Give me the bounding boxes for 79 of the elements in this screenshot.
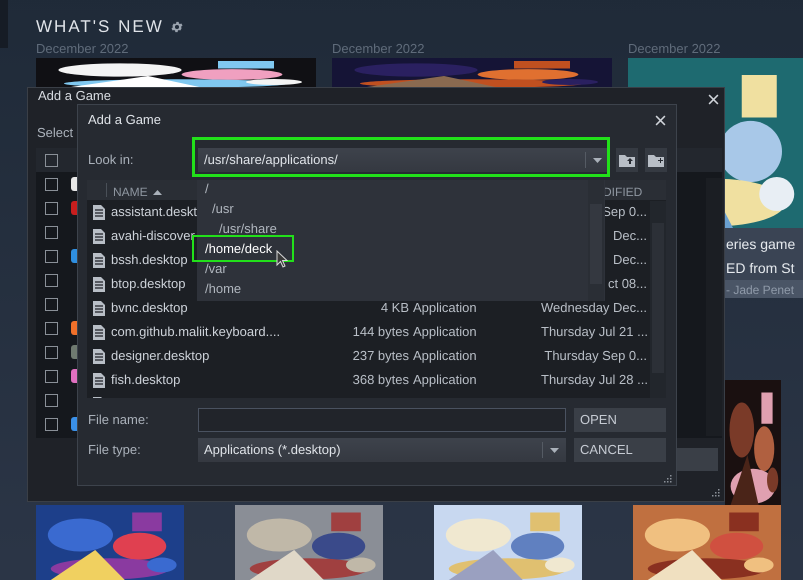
section-heading: WHAT'S NEW: [36, 16, 164, 38]
field-label: File type:: [88, 441, 142, 460]
column-header[interactable]: NAME: [113, 183, 162, 201]
checkbox[interactable]: [45, 226, 58, 238]
dialog-title: Add a Game: [38, 88, 111, 103]
folder-up-icon[interactable]: [616, 148, 638, 172]
caret-icon: [550, 448, 559, 452]
modified-date: ct 08...: [608, 276, 647, 292]
file-type-dropdown[interactable]: Applications (*.desktop): [198, 438, 566, 462]
file-name[interactable]: designer.desktop: [111, 348, 210, 364]
modified-date: Wednesday Dec...: [541, 300, 647, 316]
news-title-line: ED from St: [726, 259, 796, 278]
checkbox[interactable]: [45, 346, 58, 358]
document-icon: [93, 228, 105, 244]
file-name[interactable]: avahi-discover: [111, 228, 195, 244]
file-size: 4 KB: [380, 300, 409, 316]
resize-grip-icon[interactable]: [663, 474, 672, 483]
checkbox[interactable]: [45, 154, 58, 166]
file-name[interactable]: fish.desktop: [111, 372, 180, 388]
modified-date: Thursday Sep 0...: [544, 348, 647, 364]
document-icon: [93, 300, 105, 316]
file-size: 368 bytes: [352, 372, 409, 388]
checkbox[interactable]: [45, 274, 58, 286]
file-type: Application: [413, 324, 477, 340]
checkbox[interactable]: [45, 322, 58, 334]
document-icon: [93, 324, 105, 340]
checkbox[interactable]: [45, 370, 58, 382]
dropdown-item[interactable]: /var: [205, 259, 227, 279]
look-in-dropdown[interactable]: /usr/share/applications/: [198, 148, 609, 172]
resize-grip-icon[interactable]: [711, 488, 720, 497]
file-name[interactable]: bvnc.desktop: [111, 300, 188, 316]
checkbox[interactable]: [45, 394, 58, 406]
file-name[interactable]: bssh.desktop: [111, 252, 188, 268]
document-icon: [93, 276, 105, 292]
cancel-button[interactable]: CANCEL: [574, 438, 666, 462]
news-date: December 2022: [628, 40, 720, 58]
news-byline: - Jade Penet: [725, 280, 803, 298]
close-icon[interactable]: [708, 94, 719, 105]
cursor-icon: [276, 250, 288, 268]
caret-icon: [593, 158, 602, 162]
checkbox[interactable]: [45, 178, 58, 190]
dropdown-item[interactable]: /usr/share: [219, 219, 277, 239]
file-name-field[interactable]: [198, 408, 566, 432]
open-button[interactable]: OPEN: [574, 408, 666, 432]
checkbox[interactable]: [45, 418, 58, 430]
field-label: File name:: [88, 411, 150, 430]
news-title-line: eries game: [726, 235, 796, 254]
dropdown-item[interactable]: /: [205, 180, 209, 199]
file-type: Application: [413, 372, 477, 388]
close-icon[interactable]: [655, 114, 666, 126]
field-label: Look in:: [88, 151, 135, 170]
checkbox[interactable]: [45, 298, 58, 310]
document-icon: [93, 372, 105, 388]
new-folder-icon[interactable]: [645, 148, 667, 172]
settings-icon[interactable]: [170, 20, 184, 34]
dialog-title: Add a Game: [88, 111, 161, 130]
dropdown-item[interactable]: /usr: [212, 199, 234, 219]
modified-date: Dec...: [613, 252, 647, 268]
dropdown-item[interactable]: /home: [205, 279, 242, 299]
file-name[interactable]: assistant.deskt: [111, 204, 197, 220]
scrollbar[interactable]: [588, 180, 604, 301]
checkbox[interactable]: [45, 250, 58, 262]
document-icon: [93, 348, 105, 364]
file-type: Application: [413, 300, 477, 316]
file-type: Application: [413, 348, 477, 364]
dropdown-item[interactable]: /home/deck: [205, 239, 272, 259]
modified-date: Dec...: [613, 228, 647, 244]
checkbox[interactable]: [45, 202, 58, 214]
document-icon: [93, 204, 105, 220]
file-size: 237 bytes: [352, 348, 409, 364]
dialog-subtitle: Select: [37, 124, 74, 142]
modified-date: Thursday Jul 21 ...: [541, 324, 648, 340]
news-date: December 2022: [332, 40, 424, 58]
file-size: 144 bytes: [352, 324, 409, 340]
document-icon: [93, 252, 105, 268]
file-name[interactable]: com.github.maliit.keyboard....: [111, 324, 280, 340]
modified-date: Thursday Jul 28 ...: [541, 372, 648, 388]
file-name[interactable]: btop.desktop: [111, 276, 186, 292]
news-date: December 2022: [36, 40, 128, 58]
